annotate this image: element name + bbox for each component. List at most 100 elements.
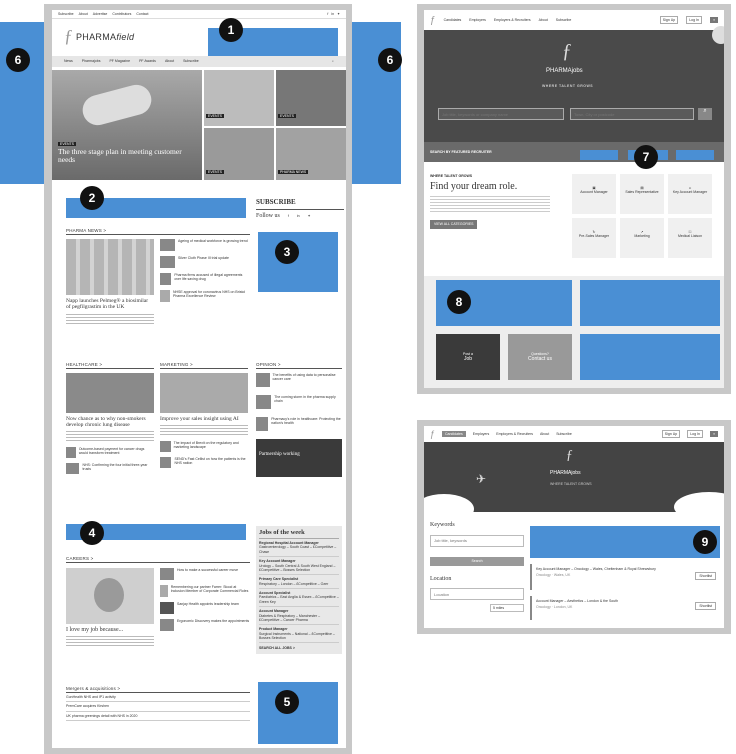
category-tile[interactable]: ☺ Key Account Manager	[668, 174, 712, 214]
facebook-icon[interactable]: f	[288, 214, 289, 218]
job-item[interactable]: Account Specialist Paediatrics – East Ang…	[259, 591, 339, 608]
keywords-input[interactable]	[430, 534, 524, 547]
nav-item-about[interactable]: About	[540, 432, 549, 436]
log-in-button[interactable]: Log In	[686, 15, 702, 25]
pharma-news-heading[interactable]: PHARMA NEWS >	[66, 228, 250, 235]
menu-icon[interactable]: ≡	[709, 16, 718, 24]
search-submit-button[interactable]: Search	[430, 557, 524, 566]
subscribe-heading[interactable]: SUBSCRIBE	[256, 198, 344, 206]
nav-item-candidates[interactable]: Candidates	[442, 430, 466, 438]
job-result-title[interactable]: Key Account Manager – Oncology – Wales, …	[536, 567, 666, 571]
healthcare-heading[interactable]: HEALTHCARE >	[66, 362, 154, 369]
category-tile[interactable]: ▣ Account Manager	[572, 174, 616, 214]
healthcare-title[interactable]: Now chance as to why non-smokers develop…	[66, 416, 154, 428]
marketing-list-item[interactable]: The impact of Brexit on the regulatory a…	[160, 441, 248, 452]
category-tile[interactable]: ↻ Pre-Sales Manager	[572, 218, 616, 258]
nav-item-candidates[interactable]: Candidates	[444, 18, 462, 22]
log-in-button[interactable]: Log In	[687, 429, 703, 439]
nav-item-subscribe[interactable]: Subscribe	[556, 18, 572, 22]
contact-us-tile[interactable]: Questions? Contact us	[508, 334, 572, 380]
nav-item-subscribe[interactable]: Subscribe	[183, 59, 199, 63]
opinion-heading[interactable]: OPINION >	[256, 362, 342, 369]
job-item[interactable]: Primary Care Specialist Respiratory – Lon…	[259, 577, 339, 589]
scroll-top-button[interactable]	[712, 26, 724, 44]
shortlist-button[interactable]: Shortlist	[695, 572, 716, 581]
top-link-contributors[interactable]: Contributors	[112, 12, 131, 16]
healthcare-list-item[interactable]: Outcome-based payment for cancer drugs w…	[66, 447, 154, 458]
career-title[interactable]: I love my job because...	[66, 627, 154, 633]
marketing-list-item[interactable]: SEND's Fast Cellist on how the patients …	[160, 457, 248, 468]
job-search-input[interactable]	[438, 108, 564, 120]
opinion-item[interactable]: The coming storm in the pharma supply ch…	[256, 395, 342, 409]
career-portrait[interactable]	[66, 568, 154, 624]
jobs-logo-icon[interactable]: ƒ	[430, 429, 435, 439]
opinion-item[interactable]: Pharmacy's role in healthcare: Protectin…	[256, 417, 342, 431]
nav-item-news[interactable]: News	[64, 59, 73, 63]
hero-main-article[interactable]: EVENTS The three stage plan in meeting c…	[52, 70, 202, 180]
news-main-image[interactable]	[66, 239, 154, 295]
job-item[interactable]: Regional Hospital Account Manager Gastroe…	[259, 541, 339, 558]
location-input[interactable]	[430, 588, 524, 601]
search-button[interactable]: ⌕	[698, 108, 712, 120]
nav-item-subscribe[interactable]: Subscribe	[556, 432, 572, 436]
career-list-item[interactable]: Remembering our partner Farrer: Stood at…	[160, 585, 250, 597]
career-list-item[interactable]: How to make a successful career move	[160, 568, 250, 580]
mergers-item[interactable]: GunHealth NHS and IP1 activity	[66, 693, 250, 703]
menu-icon[interactable]: ≡	[709, 430, 718, 438]
healthcare-image[interactable]	[66, 373, 154, 413]
news-list-item[interactable]: Ageing of medical workforce is growing t…	[160, 239, 250, 251]
job-item[interactable]: Key Account Manager Urology – South Centr…	[259, 559, 339, 576]
mergers-item[interactable]: UK pharma greenings detail with NHS in 2…	[66, 712, 250, 722]
nav-item-recruiters[interactable]: Employers & Recruiters	[496, 432, 533, 436]
nav-item-about[interactable]: About	[165, 59, 174, 63]
marketing-heading[interactable]: MARKETING >	[160, 362, 248, 369]
marketing-title[interactable]: Improve your sales insight using AI	[160, 416, 248, 422]
logo-text[interactable]: PHARMAfield	[76, 32, 134, 42]
news-list-item[interactable]: Silver Cloth Phase III trial update	[160, 256, 250, 268]
mergers-heading[interactable]: Mergers & acquisitions >	[66, 686, 250, 693]
top-link-subscribe[interactable]: Subscribe	[58, 12, 74, 16]
nav-item-employers[interactable]: Employers	[469, 18, 486, 22]
search-all-jobs-link[interactable]: SEARCH ALL JOBS >	[259, 646, 339, 650]
location-input[interactable]	[570, 108, 694, 120]
sign-up-button[interactable]: Sign Up	[661, 429, 681, 439]
job-item[interactable]: Account Manager Diabetes & Respiratory – …	[259, 609, 339, 626]
nav-item-magazine[interactable]: PF Magazine	[109, 59, 130, 63]
category-tile[interactable]: ↗ Marketing	[620, 218, 664, 258]
top-link-about[interactable]: About	[79, 12, 88, 16]
top-link-contact[interactable]: Contact	[136, 12, 148, 16]
nav-item-recruiters[interactable]: Employers & Recruiters	[494, 18, 531, 22]
job-result-title[interactable]: Account Manager – Aesthetics – London & …	[536, 599, 666, 603]
careers-heading[interactable]: CAREERS >	[66, 556, 250, 563]
category-tile[interactable]: ▤ Sales Representative	[620, 174, 664, 214]
job-result-card[interactable]: Account Manager – Aesthetics – London & …	[530, 596, 720, 620]
search-icon[interactable]: ⌕	[332, 59, 334, 63]
nav-item-pharmajobs[interactable]: Pharmajobs	[82, 59, 101, 63]
facebook-icon[interactable]: f	[327, 12, 328, 16]
jobs-logo-icon[interactable]: ƒ	[430, 15, 436, 26]
partnership-banner[interactable]: Partnership working	[256, 439, 342, 477]
linkedin-icon[interactable]: in	[297, 214, 300, 218]
sign-up-button[interactable]: Sign Up	[659, 15, 679, 25]
radius-select[interactable]: 5 miles	[490, 603, 524, 613]
news-main-title[interactable]: Napp launches Pelmeg® a biosimilar of pe…	[66, 298, 154, 311]
career-list-item[interactable]: Sanjay Health appoints leadership team	[160, 602, 250, 614]
view-all-categories-button[interactable]: VIEW ALL CATEGORIES	[430, 220, 478, 229]
news-list-item[interactable]: NHSE approval for coronavirus NHS on Bri…	[160, 290, 250, 302]
news-list-item[interactable]: Pharma firms accused of illegal agreemen…	[160, 273, 250, 285]
job-item[interactable]: Product Manager Surgical Instruments – Na…	[259, 627, 339, 644]
shortlist-button[interactable]: Shortlist	[695, 602, 716, 611]
post-job-tile[interactable]: Post a Job	[436, 334, 500, 380]
twitter-icon[interactable]: ✦	[337, 12, 340, 16]
mergers-item[interactable]: PremCare acquires Kirshen	[66, 702, 250, 712]
linkedin-icon[interactable]: in	[331, 12, 334, 16]
nav-item-about[interactable]: About	[539, 18, 548, 22]
nav-item-awards[interactable]: PF Awards	[139, 59, 156, 63]
marketing-image[interactable]	[160, 373, 248, 413]
opinion-item[interactable]: The benefits of using data to personalis…	[256, 373, 342, 387]
category-tile[interactable]: ⚿ Medical Liaison	[668, 218, 712, 258]
job-result-card[interactable]: Key Account Manager – Oncology – Wales, …	[530, 564, 720, 590]
twitter-icon[interactable]: ✦	[308, 214, 311, 218]
nav-item-employers[interactable]: Employers	[473, 432, 490, 436]
healthcare-list-item[interactable]: NHS: Confirming the four initial three-y…	[66, 463, 154, 474]
